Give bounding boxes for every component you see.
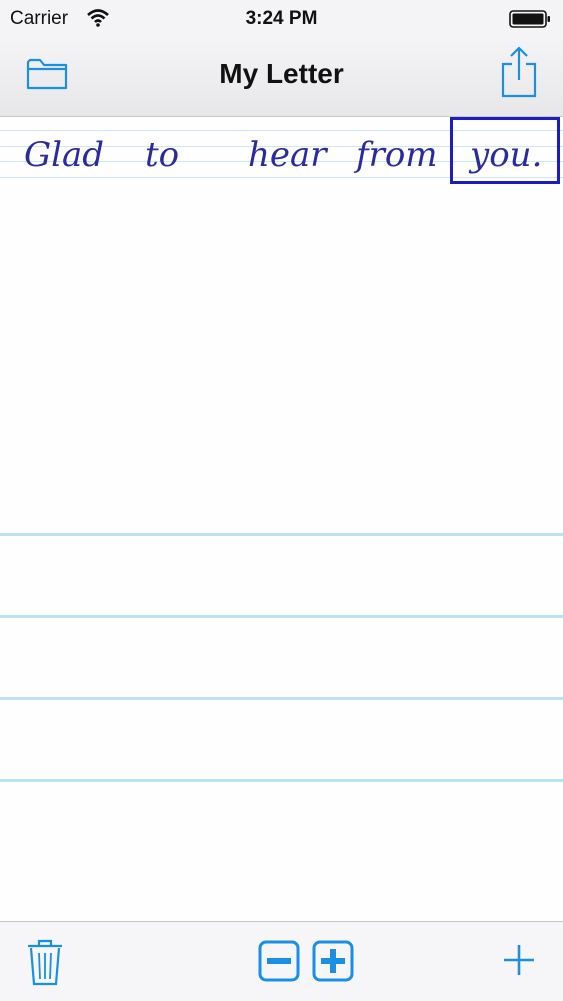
ruled-line	[0, 615, 563, 618]
share-icon[interactable]	[499, 46, 539, 98]
handwritten-word[interactable]: from	[356, 135, 438, 175]
nav-bar: My Letter	[0, 38, 563, 117]
trash-icon[interactable]	[26, 938, 64, 986]
status-time: 3:24 PM	[245, 8, 318, 29]
handwritten-word[interactable]: to	[145, 135, 179, 175]
word-selection-box[interactable]	[450, 117, 560, 184]
add-icon[interactable]	[501, 942, 537, 978]
ruled-line	[0, 779, 563, 782]
handwritten-word[interactable]: Glad	[24, 135, 104, 175]
handwritten-word[interactable]: hear	[248, 135, 327, 175]
zoom-out-icon[interactable]	[258, 940, 300, 982]
ruled-line	[0, 533, 563, 536]
battery-icon	[509, 10, 550, 28]
zoom-in-icon[interactable]	[312, 940, 354, 982]
page-title: My Letter	[219, 58, 344, 89]
bottom-toolbar	[0, 921, 563, 1001]
ruled-line	[0, 697, 563, 700]
status-bar: Carrier 3:24 PM	[0, 0, 563, 38]
writing-canvas[interactable]	[0, 117, 563, 921]
